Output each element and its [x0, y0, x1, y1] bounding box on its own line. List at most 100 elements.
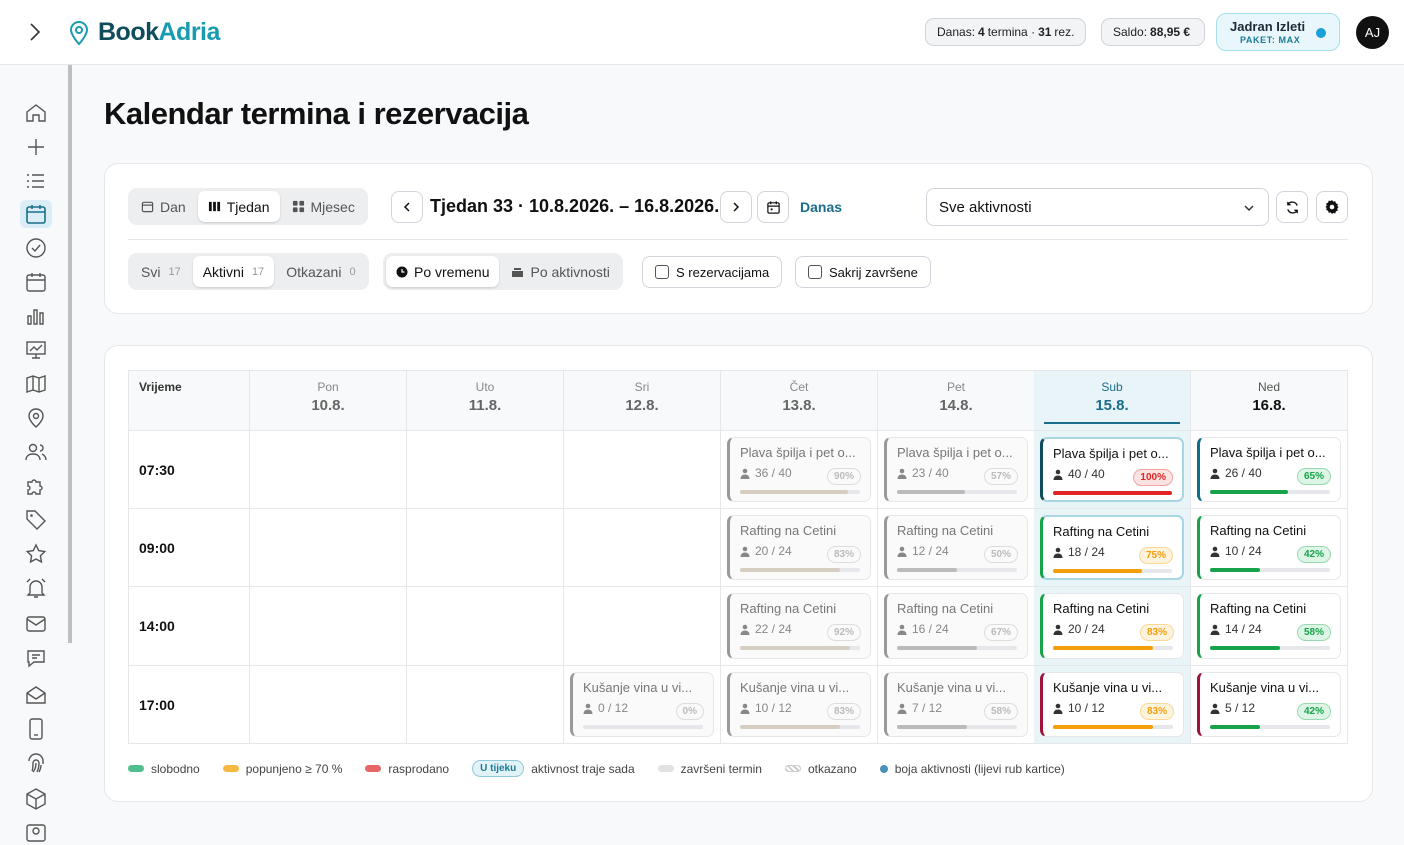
calendar-cell[interactable]	[564, 431, 721, 509]
event-card[interactable]: Plava špilja i pet o... 36 / 40 90%	[727, 437, 871, 502]
view-week-button[interactable]: Tjedan	[197, 191, 280, 222]
calendar-cell[interactable]: Kušanje vina u vi... 0 / 12 0%	[564, 666, 721, 744]
mail-icon[interactable]	[24, 612, 48, 636]
event-card[interactable]: Rafting na Cetini 16 / 24 67%	[884, 593, 1028, 659]
user-menu[interactable]: Jadran Izleti PAKET: MAX	[1216, 13, 1340, 51]
event-card[interactable]: Kušanje vina u vi... 5 / 12 42%	[1197, 672, 1341, 737]
calendar-cell[interactable]: Plava špilja i pet o... 26 / 40 65%	[1191, 431, 1348, 509]
calendar-cell[interactable]	[250, 587, 407, 666]
activity-select[interactable]: Sve aktivnosti	[926, 188, 1269, 226]
expand-sidebar-icon[interactable]	[24, 21, 46, 43]
calendar-cell[interactable]: Kušanje vina u vi... 10 / 12 83%	[721, 666, 878, 744]
day-header[interactable]: Sri 12.8.	[564, 371, 721, 431]
event-card[interactable]: Plava špilja i pet o... 26 / 40 65%	[1197, 437, 1341, 502]
phone-icon[interactable]	[24, 717, 48, 741]
checkbox-box[interactable]	[808, 265, 822, 279]
map-icon[interactable]	[24, 372, 48, 396]
list-icon[interactable]	[24, 169, 48, 193]
sidebar-scrollbar[interactable]	[68, 65, 72, 643]
check-circle-icon[interactable]	[24, 236, 48, 260]
view-month-button[interactable]: Mjesec	[282, 191, 365, 222]
calendar-cell[interactable]	[250, 431, 407, 509]
calendar-cell[interactable]	[407, 666, 564, 744]
calendar-cell[interactable]: Rafting na Cetini 16 / 24 67%	[878, 587, 1035, 666]
calendar-grid-icon[interactable]	[24, 270, 48, 294]
today-link[interactable]: Danas	[800, 199, 842, 215]
puzzle-icon[interactable]	[24, 474, 48, 498]
calendar-cell[interactable]	[564, 587, 721, 666]
alarm-bell-icon[interactable]	[24, 576, 48, 600]
calendar-cell[interactable]: Rafting na Cetini 10 / 24 42%	[1191, 509, 1348, 587]
calendar-cell[interactable]: Plava špilja i pet o... 23 / 40 57%	[878, 431, 1035, 509]
users-icon[interactable]	[24, 440, 48, 464]
settings-button[interactable]	[1316, 191, 1348, 223]
event-card[interactable]: Kušanje vina u vi... 10 / 12 83%	[1040, 672, 1184, 737]
cube-icon[interactable]	[24, 787, 48, 811]
view-day-button[interactable]: Dan	[131, 191, 196, 222]
location-icon[interactable]	[24, 406, 48, 430]
plus-icon[interactable]	[24, 135, 48, 159]
event-card[interactable]: Rafting na Cetini 12 / 24 50%	[884, 515, 1028, 580]
next-week-button[interactable]	[720, 191, 752, 223]
event-card[interactable]: Plava špilja i pet o... 23 / 40 57%	[884, 437, 1028, 502]
event-card[interactable]: Rafting na Cetini 14 / 24 58%	[1197, 593, 1341, 659]
event-card[interactable]: Plava špilja i pet o... 40 / 40 100%	[1040, 437, 1184, 502]
event-card[interactable]: Rafting na Cetini 10 / 24 42%	[1197, 515, 1341, 580]
tag-icon[interactable]	[24, 508, 48, 532]
hide-finished-checkbox[interactable]: Sakrij završene	[795, 256, 931, 288]
calendar-cell[interactable]	[407, 587, 564, 666]
bar-chart-icon[interactable]	[24, 304, 48, 328]
refresh-button[interactable]	[1276, 191, 1308, 223]
fingerprint-icon[interactable]	[24, 751, 48, 775]
sort-by-time-button[interactable]: Po vremenu	[386, 256, 500, 287]
calendar-cell[interactable]: Kušanje vina u vi... 5 / 12 42%	[1191, 666, 1348, 744]
calendar-cell[interactable]: Plava špilja i pet o... 40 / 40 100%	[1034, 431, 1191, 509]
event-card[interactable]: Kušanje vina u vi... 7 / 12 58%	[884, 672, 1028, 737]
calendar-cell[interactable]	[250, 666, 407, 744]
calendar-cell[interactable]: Plava špilja i pet o... 36 / 40 90%	[721, 431, 878, 509]
event-card[interactable]: Rafting na Cetini 20 / 24 83%	[1040, 593, 1184, 659]
presentation-chart-icon[interactable]	[24, 338, 48, 362]
calendar-nav-item[interactable]	[20, 200, 52, 228]
event-card[interactable]: Rafting na Cetini 18 / 24 75%	[1040, 515, 1184, 580]
day-header[interactable]: Čet 13.8.	[721, 371, 878, 431]
home-icon[interactable]	[24, 101, 48, 125]
calendar-cell[interactable]: Rafting na Cetini 18 / 24 75%	[1034, 509, 1191, 587]
sort-by-activity-button[interactable]: Po aktivnosti	[501, 256, 619, 287]
checkbox-box[interactable]	[655, 265, 669, 279]
chat-icon[interactable]	[24, 647, 48, 671]
day-header[interactable]: Sub 15.8.	[1034, 371, 1191, 431]
calendar-cell[interactable]	[564, 509, 721, 587]
calendar-cell[interactable]: Rafting na Cetini 12 / 24 50%	[878, 509, 1035, 587]
brand-logo[interactable]: BookAdria	[68, 18, 220, 47]
calendar-cell[interactable]: Rafting na Cetini 14 / 24 58%	[1191, 587, 1348, 666]
event-card[interactable]: Kušanje vina u vi... 0 / 12 0%	[570, 672, 714, 737]
calendar-cell[interactable]	[407, 509, 564, 587]
filter-active-button[interactable]: Aktivni 17	[192, 256, 275, 287]
event-card[interactable]: Kušanje vina u vi... 10 / 12 83%	[727, 672, 871, 737]
calendar-cell[interactable]	[250, 509, 407, 587]
calendar-cell[interactable]: Rafting na Cetini 20 / 24 83%	[1034, 587, 1191, 666]
calendar-cell[interactable]	[407, 431, 564, 509]
event-card[interactable]: Rafting na Cetini 20 / 24 83%	[727, 515, 871, 580]
day-header[interactable]: Pet 14.8.	[878, 371, 1035, 431]
with-reservations-checkbox[interactable]: S rezervacijama	[642, 256, 783, 288]
day-header[interactable]: Ned 16.8.	[1191, 371, 1348, 431]
day-header[interactable]: Uto 11.8.	[407, 371, 564, 431]
star-icon[interactable]	[24, 542, 48, 566]
occupancy-bar	[1210, 725, 1330, 729]
date-picker-button[interactable]	[757, 191, 789, 223]
day-header[interactable]: Pon 10.8.	[250, 371, 407, 431]
envelope-open-icon[interactable]	[24, 683, 48, 707]
account-card-icon[interactable]	[24, 821, 48, 845]
calendar-cell[interactable]: Kušanje vina u vi... 10 / 12 83%	[1034, 666, 1191, 744]
event-card[interactable]: Rafting na Cetini 22 / 24 92%	[727, 593, 871, 659]
calendar-cell[interactable]: Kušanje vina u vi... 7 / 12 58%	[878, 666, 1035, 744]
filter-cancelled-button[interactable]: Otkazani 0	[276, 256, 365, 287]
avatar[interactable]: AJ	[1356, 16, 1389, 49]
prev-week-button[interactable]	[391, 191, 423, 223]
filter-all-button[interactable]: Svi 17	[131, 256, 191, 287]
occupancy-bar	[1053, 646, 1173, 650]
calendar-cell[interactable]: Rafting na Cetini 22 / 24 92%	[721, 587, 878, 666]
calendar-cell[interactable]: Rafting na Cetini 20 / 24 83%	[721, 509, 878, 587]
